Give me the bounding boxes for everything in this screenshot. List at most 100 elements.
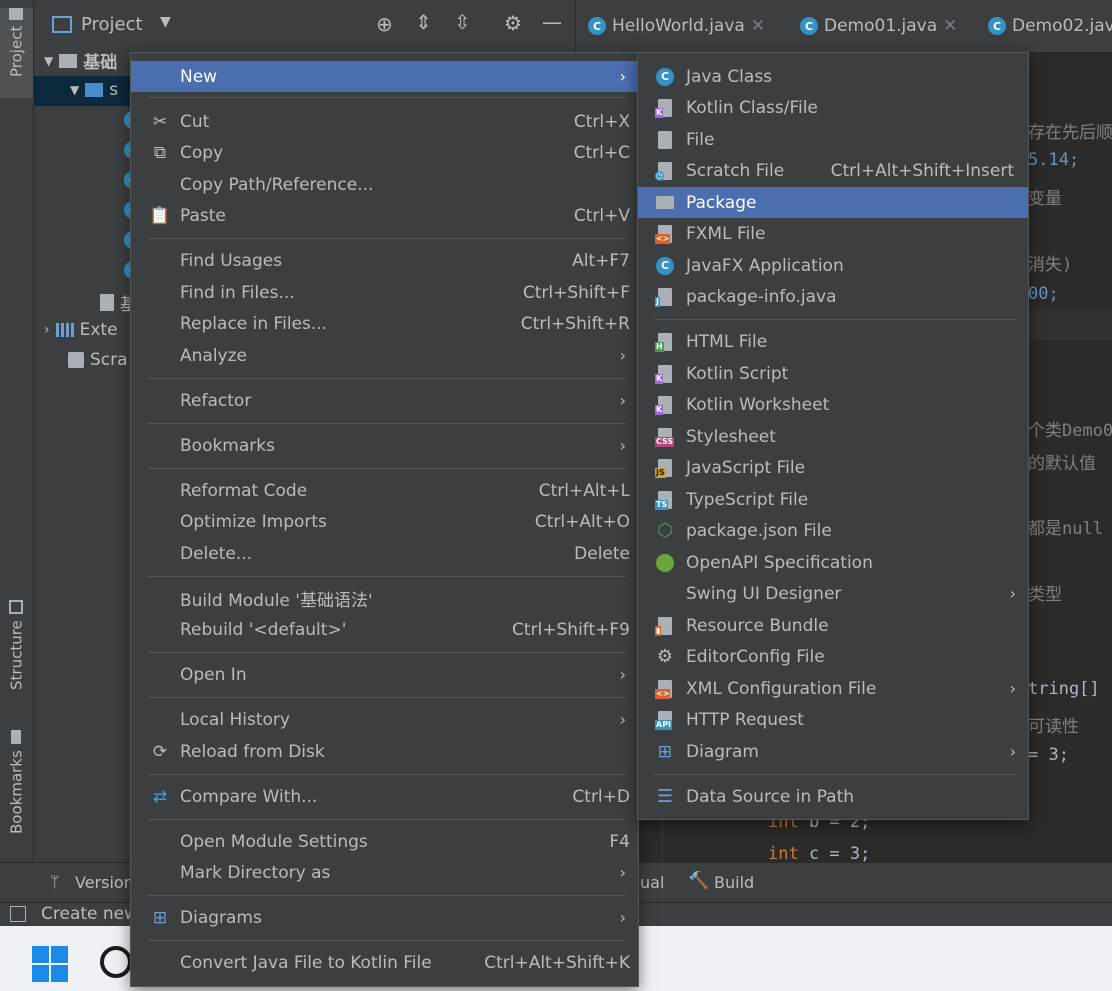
menu-item-bookmarks[interactable]: Bookmarks ›	[131, 430, 638, 461]
menu-item-shortcut: Alt+F7	[572, 250, 630, 271]
menu-item-shortcut: Ctrl+X	[573, 111, 630, 132]
tab-helloworld[interactable]: C HelloWorld.java ✕	[588, 0, 765, 52]
search-icon[interactable]	[100, 946, 132, 978]
menu-item-reformat-code[interactable]: Reformat Code Ctrl+Alt+L	[131, 475, 638, 506]
code-fragment: 5.14;	[1028, 150, 1080, 170]
chevron-right-icon: ›	[619, 863, 626, 882]
menu-item-find-usages[interactable]: Find Usages Alt+F7	[131, 245, 638, 276]
menu-item-label: Copy	[180, 142, 224, 163]
submenu-item-fxml-file[interactable]: <> FXML File	[638, 218, 1028, 249]
submenu-item-typescript-file[interactable]: TS TypeScript File	[638, 484, 1028, 515]
submenu-item-label: Kotlin Worksheet	[686, 394, 830, 415]
left-tool-strip: Project Structure Bookmarks	[0, 0, 34, 862]
folder-icon	[9, 8, 24, 20]
submenu-item-swing-ui-designer[interactable]: Swing UI Designer ›	[638, 578, 1028, 609]
tree-scratches[interactable]: Scra	[68, 350, 128, 370]
submenu-item-resource-bundle[interactable]: ▮ Resource Bundle	[638, 610, 1028, 641]
menu-item-local-history[interactable]: Local History ›	[131, 704, 638, 735]
menu-item-shortcut: Ctrl+Alt+O	[534, 511, 630, 532]
build-tab[interactable]: Build	[714, 873, 754, 892]
submenu-item-html-file[interactable]: H HTML File	[638, 326, 1028, 357]
submenu-item-stylesheet[interactable]: CSS Stylesheet	[638, 421, 1028, 452]
menu-item-label: Reload from Disk	[180, 741, 325, 762]
gear-icon[interactable]: ⚙	[504, 11, 522, 35]
bookmarks-tool-tab[interactable]: Bookmarks	[0, 730, 33, 850]
menu-item-replace-in-files[interactable]: Replace in Files... Ctrl+Shift+R	[131, 308, 638, 339]
menu-item-open-in[interactable]: Open In ›	[131, 659, 638, 690]
submenu-item-package[interactable]: Package	[638, 187, 1028, 218]
menu-item-paste[interactable]: 📋 Paste Ctrl+V	[131, 200, 638, 231]
menu-item-label: Reformat Code	[180, 480, 308, 501]
submenu-item-kotlin-worksheet[interactable]: K Kotlin Worksheet	[638, 389, 1028, 420]
chevron-right-icon: ›	[44, 322, 50, 338]
submenu-item-label: Data Source in Path	[686, 786, 855, 807]
menu-item-label: Open In	[180, 664, 247, 685]
tree-src-folder[interactable]: ▼ s	[70, 80, 118, 100]
project-tool-tab[interactable]: Project	[0, 8, 33, 98]
submenu-item-openapi[interactable]: OpenAPI Specification	[638, 547, 1028, 578]
submenu-item-java-class[interactable]: C Java Class	[638, 61, 1028, 92]
windows-start-icon[interactable]	[32, 946, 68, 982]
collapse-all-icon[interactable]: ⇳	[454, 10, 471, 34]
menu-item-compare-with[interactable]: ⇄ Compare With... Ctrl+D	[131, 781, 638, 812]
menu-separator	[147, 774, 626, 775]
menu-item-copy[interactable]: ⧉ Copy Ctrl+C	[131, 137, 638, 168]
chevron-down-icon[interactable]: ▼	[160, 14, 171, 30]
project-panel-title[interactable]: Project	[81, 14, 143, 35]
submenu-item-javafx-application[interactable]: C JavaFX Application	[638, 250, 1028, 281]
submenu-item-label: JavaFX Application	[686, 255, 844, 276]
menu-item-build-module[interactable]: Build Module '基础语法'	[131, 583, 638, 614]
expand-all-icon[interactable]: ⇕	[415, 10, 432, 34]
menu-item-open-module-settings[interactable]: Open Module Settings F4	[131, 826, 638, 857]
menu-item-diagrams[interactable]: ⊞ Diagrams ›	[131, 902, 638, 933]
submenu-item-package-json[interactable]: ⬡ package.json File	[638, 515, 1028, 546]
gear-icon: ⚙	[656, 646, 674, 667]
close-icon[interactable]: ✕	[943, 16, 957, 36]
menu-item-refactor[interactable]: Refactor ›	[131, 385, 638, 416]
locate-icon[interactable]: ⊕	[376, 12, 393, 36]
menu-item-copy-path[interactable]: Copy Path/Reference...	[131, 169, 638, 200]
menu-item-delete[interactable]: Delete... Delete	[131, 538, 638, 569]
menu-item-mark-directory-as[interactable]: Mark Directory as ›	[131, 857, 638, 888]
submenu-item-package-info[interactable]: J package-info.java	[638, 281, 1028, 312]
menu-item-cut[interactable]: ✂ Cut Ctrl+X	[131, 106, 638, 137]
submenu-item-xml-configuration[interactable]: <> XML Configuration File ›	[638, 673, 1028, 704]
submenu-item-file[interactable]: File	[638, 124, 1028, 155]
menu-item-rebuild[interactable]: Rebuild '<default>' Ctrl+Shift+F9	[131, 614, 638, 645]
submenu-item-scratch-file[interactable]: ◷ Scratch File Ctrl+Alt+Shift+Insert	[638, 155, 1028, 186]
tree-root-module[interactable]: ▼ 基础	[44, 48, 117, 73]
project-tab-label: Project	[7, 26, 26, 78]
code-fragment: 类型	[1028, 585, 1062, 605]
tree-external-libraries[interactable]: › Exte	[44, 320, 118, 340]
submenu-item-label: Swing UI Designer	[686, 583, 842, 604]
menu-item-analyze[interactable]: Analyze ›	[131, 340, 638, 371]
tab-demo02[interactable]: C Demo02.java	[988, 0, 1112, 52]
submenu-item-label: Kotlin Class/File	[686, 97, 818, 118]
menu-item-reload-from-disk[interactable]: ⟳ Reload from Disk	[131, 736, 638, 767]
submenu-item-editorconfig[interactable]: ⚙ EditorConfig File	[638, 641, 1028, 672]
tab-demo01[interactable]: C Demo01.java ✕	[800, 0, 957, 52]
menu-separator	[147, 238, 626, 239]
menu-separator	[147, 97, 626, 98]
version-control-tab[interactable]: Version	[75, 873, 134, 892]
window-icon	[10, 906, 26, 922]
menu-item-optimize-imports[interactable]: Optimize Imports Ctrl+Alt+O	[131, 506, 638, 537]
code-fragment: tring[]	[1028, 679, 1100, 699]
menu-item-find-in-files[interactable]: Find in Files... Ctrl+Shift+F	[131, 277, 638, 308]
terminal-tab-fragment[interactable]: ual	[640, 873, 664, 892]
bookmark-icon	[11, 730, 22, 744]
structure-tool-tab[interactable]: Structure	[0, 600, 33, 705]
submenu-item-data-source[interactable]: ☰ Data Source in Path	[638, 781, 1028, 812]
minimize-icon[interactable]: —	[542, 10, 562, 34]
menu-item-label: Convert Java File to Kotlin File	[180, 952, 432, 973]
menu-item-convert-to-kotlin[interactable]: Convert Java File to Kotlin File Ctrl+Al…	[131, 947, 638, 978]
submenu-item-kotlin-script[interactable]: K Kotlin Script	[638, 358, 1028, 389]
submenu-item-javascript-file[interactable]: JS JavaScript File	[638, 452, 1028, 483]
menu-item-new[interactable]: New ›	[131, 61, 638, 92]
close-icon[interactable]: ✕	[751, 16, 765, 36]
menu-item-label: Diagrams	[180, 907, 262, 928]
submenu-item-diagram[interactable]: ⊞ Diagram ›	[638, 736, 1028, 767]
submenu-item-http-request[interactable]: API HTTP Request	[638, 704, 1028, 735]
chevron-right-icon: ›	[619, 710, 626, 729]
submenu-item-kotlin-class[interactable]: K Kotlin Class/File	[638, 92, 1028, 123]
